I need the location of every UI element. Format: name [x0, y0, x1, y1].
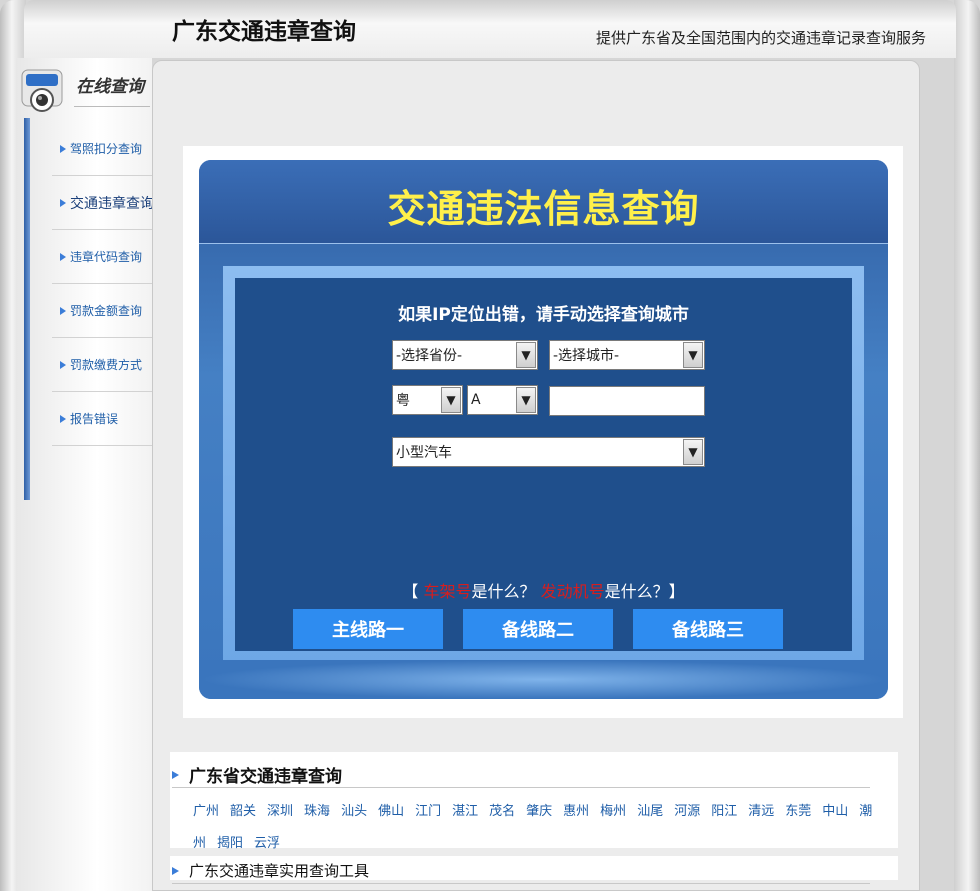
plate-letter-value: A [471, 392, 481, 408]
city-link[interactable]: 梅州 [600, 804, 626, 819]
city-link[interactable]: 湛江 [452, 804, 478, 819]
query-panel: 交通违法信息查询 如果IP定位出错，请手动选择查询城市 -选择省份- ▼ -选择… [199, 160, 888, 699]
sidebar-accent-bar [24, 118, 30, 500]
sidebar: 在线查询 驾照扣分查询 交通违章查询 违章代码查询 罚款金额查询 罚款缴费方式 … [16, 58, 152, 891]
help-question-2: 是什么？】 [604, 582, 685, 601]
city-link[interactable]: 东莞 [785, 804, 811, 819]
chevron-down-icon[interactable]: ▼ [516, 387, 536, 413]
site-title: 广东交通违章查询 [172, 19, 356, 45]
sidebar-item-report-error[interactable]: 报告错误 [52, 392, 152, 446]
chevron-down-icon[interactable]: ▼ [516, 342, 536, 368]
province-select-value: -选择省份- [396, 348, 463, 364]
tools-section-title: 广东交通违章实用查询工具 [189, 862, 370, 880]
plate-prefix-select[interactable]: 粤 ▼ [392, 385, 463, 415]
sidebar-title-divider [74, 106, 150, 107]
city-link[interactable]: 云浮 [254, 836, 280, 851]
city-link[interactable]: 茂名 [489, 804, 515, 819]
header: 广东交通违章查询 提供广东省及全国范围内的交通违章记录查询服务 [24, 0, 956, 58]
arrow-right-icon [60, 198, 66, 207]
city-link[interactable]: 肇庆 [526, 804, 552, 819]
city-link[interactable]: 揭阳 [217, 836, 243, 851]
sidebar-item-label: 报告错误 [70, 412, 119, 426]
help-question-1: 是什么？ [471, 582, 536, 601]
city-section-title: 广东省交通违章查询 [189, 767, 342, 787]
plate-letter-select[interactable]: A ▼ [467, 385, 538, 415]
arrow-right-icon [60, 414, 66, 423]
sidebar-item-fine-amount[interactable]: 罚款金额查询 [52, 284, 152, 338]
site-subtitle: 提供广东省及全国范围内的交通违章记录查询服务 [595, 29, 926, 47]
query-panel-glow [199, 660, 888, 699]
city-link[interactable]: 清远 [748, 804, 774, 819]
city-select[interactable]: -选择城市- ▼ [549, 340, 705, 370]
sidebar-item-license-points[interactable]: 驾照扣分查询 [52, 122, 152, 176]
city-link[interactable]: 韶关 [230, 804, 256, 819]
backup-route-2-button[interactable]: 备线路二 [463, 609, 613, 649]
tools-section-header: 广东交通违章实用查询工具 [172, 858, 870, 884]
help-links: 【 车架号是什么？ 发动机号是什么？】 [199, 578, 888, 602]
window-frame-right [954, 0, 980, 891]
sidebar-item-violation-query[interactable]: 交通违章查询 [52, 176, 152, 230]
vin-help-link[interactable]: 车架号 [423, 582, 471, 601]
city-link[interactable]: 深圳 [267, 804, 293, 819]
query-header: 交通违法信息查询 [199, 160, 888, 244]
sidebar-item-label: 驾照扣分查询 [70, 142, 143, 156]
chevron-down-icon[interactable]: ▼ [683, 439, 703, 465]
plate-prefix-value: 粤 [396, 393, 410, 409]
engine-number-help-link[interactable]: 发动机号 [541, 582, 605, 601]
province-select[interactable]: -选择省份- ▼ [392, 340, 538, 370]
city-link[interactable]: 汕尾 [637, 804, 663, 819]
sidebar-title: 在线查询 [76, 77, 144, 97]
city-link[interactable]: 阳江 [711, 804, 737, 819]
city-select-value: -选择城市- [553, 348, 620, 364]
plate-number-input[interactable] [549, 386, 705, 416]
arrow-right-icon [60, 306, 66, 315]
sidebar-item-payment-methods[interactable]: 罚款缴费方式 [52, 338, 152, 392]
city-link[interactable]: 江门 [415, 804, 441, 819]
city-link[interactable]: 河源 [674, 804, 700, 819]
arrow-right-icon [172, 866, 179, 875]
sidebar-item-label: 罚款缴费方式 [70, 358, 143, 372]
ip-location-tip: 如果IP定位出错，请手动选择查询城市 [398, 305, 689, 325]
city-section-header: 广东省交通违章查询 [172, 762, 870, 788]
chevron-down-icon[interactable]: ▼ [683, 342, 703, 368]
query-title: 交通违法信息查询 [387, 187, 700, 231]
city-link[interactable]: 中山 [822, 804, 848, 819]
city-link[interactable]: 汕头 [341, 804, 367, 819]
sidebar-item-violation-code[interactable]: 违章代码查询 [52, 230, 152, 284]
chevron-down-icon[interactable]: ▼ [441, 387, 461, 413]
city-link[interactable]: 珠海 [304, 804, 330, 819]
arrow-right-icon [172, 770, 179, 779]
arrow-right-icon [60, 360, 66, 369]
sidebar-item-label: 违章代码查询 [70, 250, 143, 264]
camera-icon [21, 69, 63, 112]
city-link-list: 广州 韶关 深圳 珠海 汕头 佛山 江门 湛江 茂名 肇庆 惠州 梅州 汕尾 河源 阳江 清远 东莞 中山 潮州 揭阳… [193, 796, 883, 860]
vehicle-type-select[interactable]: 小型汽车 ▼ [392, 437, 705, 467]
city-link[interactable]: 佛山 [378, 804, 404, 819]
vehicle-type-value: 小型汽车 [396, 445, 452, 461]
arrow-right-icon [60, 144, 66, 153]
sidebar-item-label: 罚款金额查询 [70, 304, 143, 318]
main-route-button[interactable]: 主线路一 [293, 609, 443, 649]
arrow-right-icon [60, 252, 66, 261]
city-link[interactable]: 惠州 [563, 804, 589, 819]
city-link[interactable]: 广州 [193, 804, 219, 819]
help-bracket-open: 【 [402, 582, 419, 601]
sidebar-item-label: 交通违章查询 [70, 195, 152, 212]
backup-route-3-button[interactable]: 备线路三 [633, 609, 783, 649]
